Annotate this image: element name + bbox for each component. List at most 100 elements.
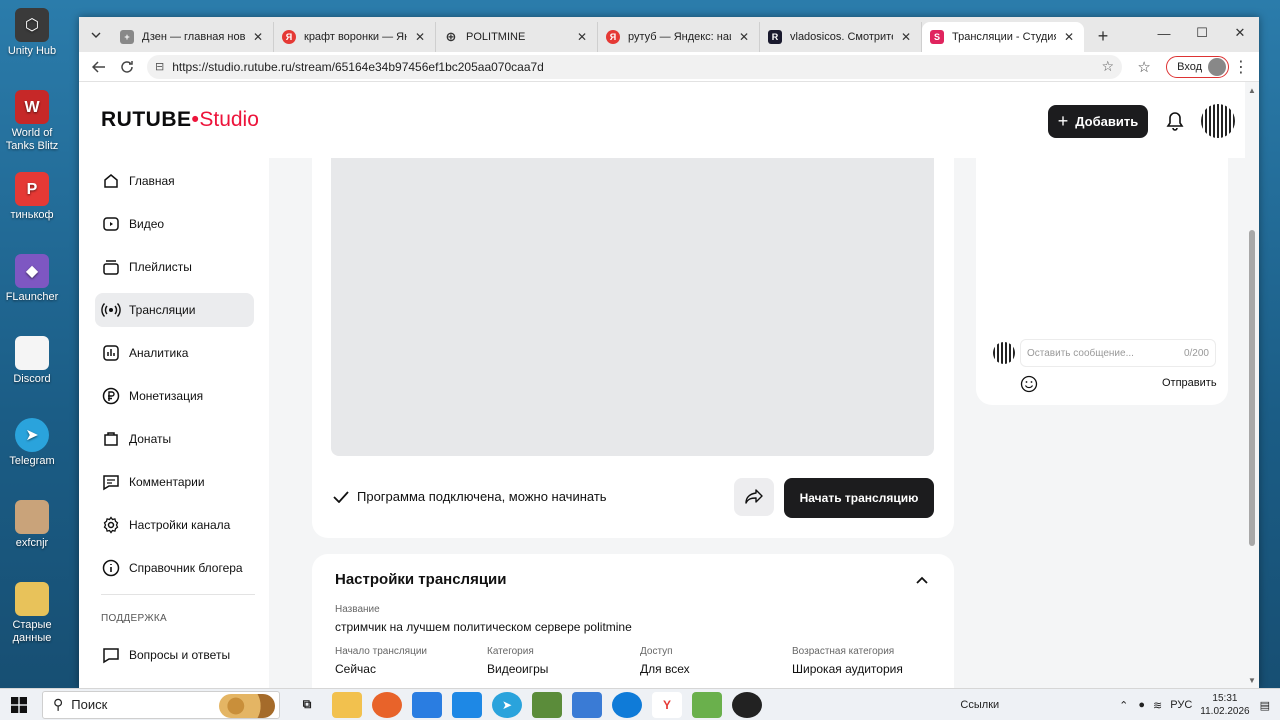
notification-icon[interactable]: ▤ bbox=[1260, 699, 1270, 712]
chevron-up-icon[interactable] bbox=[914, 572, 930, 588]
minecraft-icon[interactable] bbox=[532, 691, 562, 718]
start-button[interactable] bbox=[0, 689, 38, 720]
tab-dzen[interactable]: + Дзен — главная новости ✕ bbox=[112, 22, 274, 52]
sidebar-item-home[interactable]: Главная bbox=[95, 164, 254, 198]
tray-expand-icon[interactable]: ⌃ bbox=[1119, 699, 1128, 712]
rutube-studio-logo[interactable]: RUTUBE•Studio bbox=[101, 108, 259, 132]
category-label: Категория bbox=[487, 646, 534, 657]
emoji-icon[interactable] bbox=[1020, 375, 1038, 393]
sidebar-item-label: Главная bbox=[129, 174, 175, 188]
language-indicator[interactable]: РУС bbox=[1170, 699, 1192, 711]
close-tab-icon[interactable]: ✕ bbox=[251, 30, 265, 44]
minimize-icon[interactable]: — bbox=[1145, 17, 1183, 49]
close-tab-icon[interactable]: ✕ bbox=[575, 30, 589, 44]
edge-icon[interactable] bbox=[612, 691, 642, 718]
login-button[interactable]: Вход bbox=[1166, 55, 1229, 78]
microphone-icon[interactable]: ● bbox=[1138, 699, 1145, 711]
add-button[interactable]: + Добавить bbox=[1048, 105, 1148, 138]
close-tab-icon[interactable]: ✕ bbox=[899, 30, 913, 44]
site-info-icon[interactable]: ⊟ bbox=[155, 60, 164, 73]
sidebar-item-video[interactable]: Видео bbox=[95, 207, 254, 241]
desktop-icon-exfcnjr[interactable]: exfcnjr bbox=[4, 500, 60, 550]
page-scrollbar[interactable]: ▲ ▼ bbox=[1245, 82, 1259, 688]
share-button[interactable] bbox=[734, 478, 774, 516]
sidebar-item-playlists[interactable]: Плейлисты bbox=[95, 250, 254, 284]
file-explorer-icon[interactable] bbox=[332, 691, 362, 718]
tab-search-dropdown[interactable] bbox=[84, 23, 108, 47]
reload-icon bbox=[121, 60, 133, 73]
tab-bar: + Дзен — главная новости ✕ Я крафт ворон… bbox=[79, 17, 1259, 52]
bell-icon[interactable] bbox=[1164, 110, 1186, 132]
globe-icon: ⊕ bbox=[445, 29, 457, 44]
scroll-down-arrow-icon[interactable]: ▼ bbox=[1248, 676, 1256, 685]
close-tab-icon[interactable]: ✕ bbox=[737, 30, 751, 44]
desktop-icon-unity-hub[interactable]: ⬡ Unity Hub bbox=[4, 8, 60, 58]
tab-politmine[interactable]: ⊕ POLITMINE ✕ bbox=[436, 22, 598, 52]
tab-vladosicos[interactable]: R vladosicos. Смотрите видео ✕ bbox=[760, 22, 922, 52]
favorites-icon[interactable]: ☆ bbox=[1130, 53, 1158, 81]
chat-send-button[interactable]: Отправить bbox=[1162, 377, 1217, 389]
tab-studio-streams[interactable]: S Трансляции - Студия Rutube ✕ bbox=[922, 22, 1084, 52]
logo-studio-text: Studio bbox=[199, 108, 259, 131]
scroll-up-arrow-icon[interactable]: ▲ bbox=[1248, 86, 1256, 95]
broadcast-icon bbox=[101, 303, 121, 317]
sidebar-item-faq[interactable]: Вопросы и ответы bbox=[95, 638, 254, 672]
sidebar-item-streams[interactable]: Трансляции bbox=[95, 293, 254, 327]
chat-placeholder: Оставить сообщение... bbox=[1027, 347, 1134, 359]
clock[interactable]: 15:31 11.02.2026 bbox=[1200, 692, 1249, 718]
close-window-icon[interactable]: ✕ bbox=[1221, 17, 1259, 49]
desktop-icon-wot-blitz[interactable]: W World of Tanks Blitz bbox=[4, 90, 60, 153]
app-window-icon-3[interactable] bbox=[572, 691, 602, 718]
launcher-cube-icon[interactable] bbox=[692, 691, 722, 718]
desktop-icon-tinkoff[interactable]: P тинькоф bbox=[4, 172, 60, 222]
sidebar-item-monetization[interactable]: Монетизация bbox=[95, 379, 254, 413]
close-tab-icon[interactable]: ✕ bbox=[413, 30, 427, 44]
desktop-icon-old-data[interactable]: Старые данные bbox=[4, 582, 60, 645]
taskbar-search-box[interactable]: ⚲ Поиск bbox=[42, 690, 280, 719]
sidebar-item-label: Плейлисты bbox=[129, 260, 192, 274]
window-controls: — ☐ ✕ bbox=[1145, 17, 1259, 49]
share-icon bbox=[745, 489, 763, 504]
task-view-icon[interactable]: ⧉ bbox=[292, 692, 322, 718]
tab-rutube-search[interactable]: Я рутуб — Яндекс: нашлось ✕ bbox=[598, 22, 760, 52]
desktop-icon-flauncher[interactable]: ◆ FLauncher bbox=[4, 254, 60, 304]
stream-settings-card: Настройки трансляции Название стримчик н… bbox=[312, 554, 954, 688]
sidebar-item-label: Донаты bbox=[129, 432, 172, 446]
bookmark-star-icon[interactable]: ☆ bbox=[1102, 58, 1115, 75]
yandex-browser-icon[interactable]: Y bbox=[652, 691, 682, 718]
telegram-taskbar-icon[interactable]: ➤ bbox=[492, 691, 522, 718]
back-button[interactable] bbox=[85, 53, 113, 81]
browser-window: + Дзен — главная новости ✕ Я крафт ворон… bbox=[79, 17, 1259, 688]
tab-title: POLITMINE bbox=[466, 31, 526, 43]
profile-avatar-icon bbox=[1208, 57, 1226, 76]
browser-menu-icon[interactable]: ⋮ bbox=[1229, 57, 1253, 77]
url-field[interactable]: ⊟ https://studio.rutube.ru/stream/65164e… bbox=[147, 54, 1123, 79]
sidebar-item-channel-settings[interactable]: Настройки канала bbox=[95, 508, 254, 542]
desktop-icon-discord[interactable]: Discord bbox=[4, 336, 60, 386]
stream-preview-player[interactable] bbox=[331, 158, 934, 456]
chat-message-input[interactable]: Оставить сообщение... 0/200 bbox=[1020, 339, 1216, 367]
channel-avatar[interactable] bbox=[1201, 104, 1235, 138]
sidebar-item-label: Аналитика bbox=[129, 346, 189, 360]
sidebar-item-donations[interactable]: Донаты bbox=[95, 422, 254, 456]
sidebar-item-analytics[interactable]: Аналитика bbox=[95, 336, 254, 370]
logo-main-text: RUTUBE bbox=[101, 108, 192, 131]
app-window-icon-2[interactable] bbox=[452, 691, 482, 718]
tab-craft-funnel[interactable]: Я крафт воронки — Яндекс ✕ bbox=[274, 22, 436, 52]
reload-button[interactable] bbox=[113, 53, 141, 81]
obs-icon[interactable] bbox=[732, 691, 762, 718]
links-toolbar[interactable]: Ссылки bbox=[960, 699, 999, 711]
sidebar-item-label: Монетизация bbox=[129, 389, 204, 403]
start-stream-button[interactable]: Начать трансляцию bbox=[784, 478, 934, 518]
app-window-icon[interactable] bbox=[412, 691, 442, 718]
wifi-icon[interactable]: ≋ bbox=[1153, 699, 1162, 712]
scrollbar-thumb[interactable] bbox=[1249, 230, 1255, 546]
close-tab-icon[interactable]: ✕ bbox=[1062, 30, 1076, 44]
sidebar-item-blogger-guide[interactable]: Справочник блогера bbox=[95, 551, 254, 585]
ruble-icon bbox=[102, 387, 120, 405]
firefox-icon[interactable] bbox=[372, 691, 402, 718]
new-tab-button[interactable]: + bbox=[1090, 23, 1116, 49]
desktop-icon-telegram[interactable]: ➤ Telegram bbox=[4, 418, 60, 468]
sidebar-item-comments[interactable]: Комментарии bbox=[95, 465, 254, 499]
maximize-icon[interactable]: ☐ bbox=[1183, 17, 1221, 49]
